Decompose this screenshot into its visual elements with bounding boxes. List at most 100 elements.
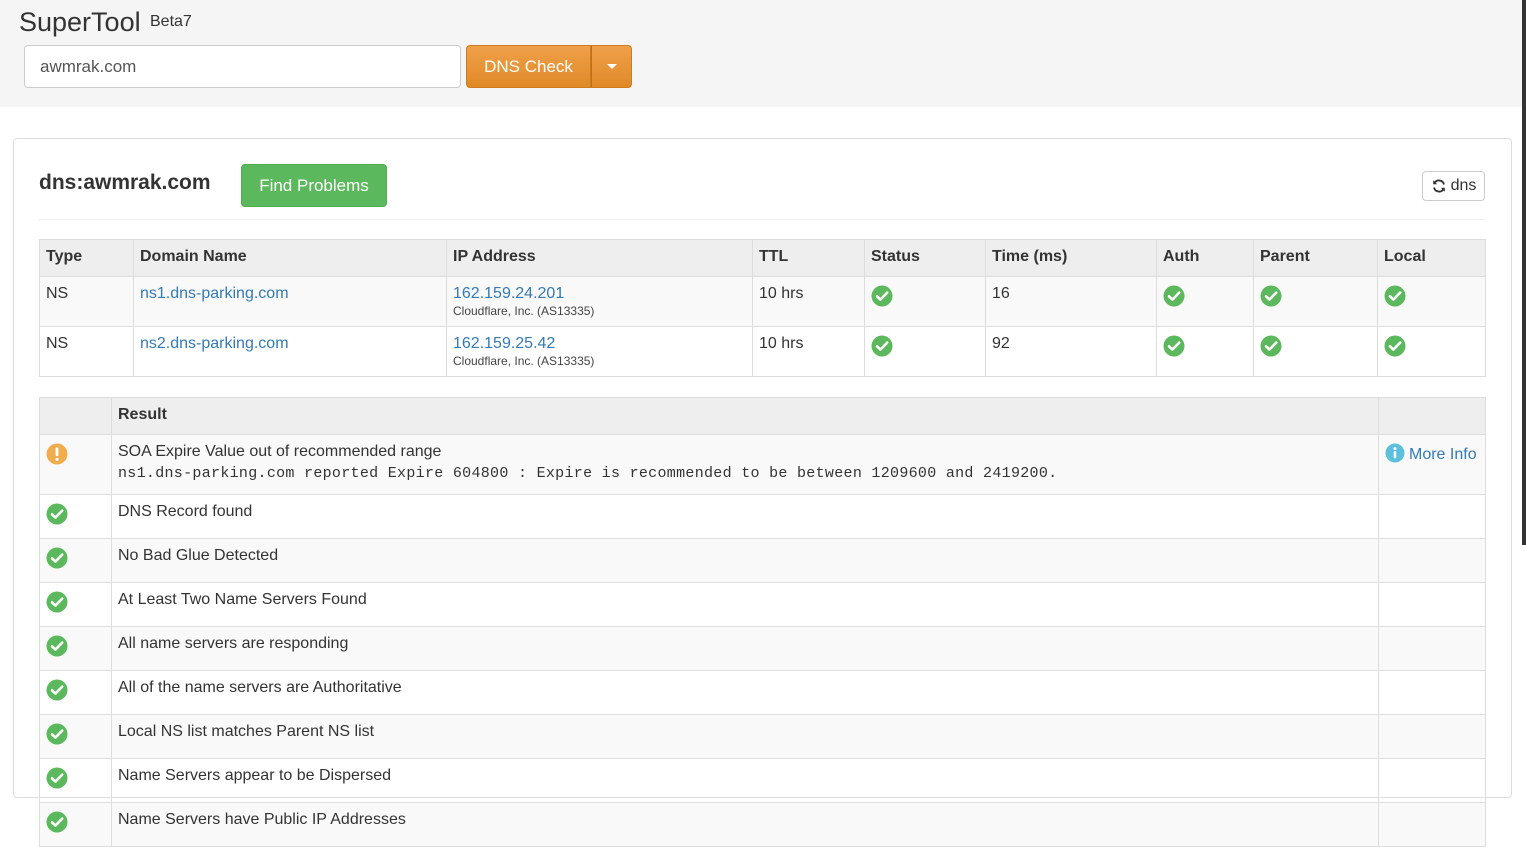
dns-check-button[interactable]: DNS Check bbox=[466, 45, 591, 88]
column-header: Status bbox=[864, 239, 986, 277]
domain-name-cell: ns1.dns-parking.com bbox=[133, 276, 447, 327]
check-circle-icon bbox=[46, 547, 68, 574]
top-bar: SuperTool Beta7 DNS Check bbox=[0, 0, 1526, 107]
table-header-row: Type Domain Name IP Address TTL Status T… bbox=[39, 239, 1486, 277]
table-row: NS ns1.dns-parking.com 162.159.24.201 Cloud… bbox=[39, 276, 1486, 327]
check-circle-icon bbox=[46, 811, 68, 838]
record-type-cell: NS bbox=[39, 326, 134, 377]
ttl-cell: 10 hrs bbox=[752, 326, 865, 377]
result-info-cell bbox=[1378, 714, 1486, 759]
check-circle-icon bbox=[46, 679, 68, 706]
result-row: Local NS list matches Parent NS list bbox=[39, 714, 1486, 759]
result-message: Local NS list matches Parent NS list bbox=[118, 723, 375, 740]
column-header: Parent bbox=[1253, 239, 1378, 277]
column-header bbox=[1378, 397, 1486, 435]
refresh-button[interactable]: dns bbox=[1422, 171, 1485, 201]
find-problems-button[interactable]: Find Problems bbox=[241, 164, 387, 207]
result-status-cell bbox=[39, 670, 112, 715]
more-info-link[interactable]: More Info bbox=[1385, 443, 1477, 466]
result-status-cell bbox=[39, 582, 112, 627]
auth-cell bbox=[1156, 276, 1254, 327]
check-circle-icon bbox=[46, 591, 68, 618]
local-cell bbox=[1377, 276, 1486, 327]
time-cell: 92 bbox=[985, 326, 1157, 377]
ip-address-link[interactable]: 162.159.25.42 bbox=[453, 335, 555, 352]
result-info-cell bbox=[1378, 670, 1486, 715]
table-row: NS ns2.dns-parking.com 162.159.25.42 Cloudf… bbox=[39, 326, 1486, 377]
result-row: Name Servers have Public IP Addresses bbox=[39, 802, 1486, 847]
check-circle-icon bbox=[46, 767, 68, 794]
result-info-cell bbox=[1378, 494, 1486, 539]
local-cell bbox=[1377, 326, 1486, 377]
result-row: DNS Record found bbox=[39, 494, 1486, 539]
column-header bbox=[39, 397, 112, 435]
result-info-cell bbox=[1378, 538, 1486, 583]
result-info-cell: More Info bbox=[1378, 434, 1486, 495]
check-circle-icon bbox=[871, 285, 893, 312]
result-message: No Bad Glue Detected bbox=[118, 547, 279, 564]
result-info-cell bbox=[1378, 582, 1486, 627]
caret-down-icon bbox=[606, 64, 617, 69]
result-text-cell: At Least Two Name Servers Found bbox=[111, 582, 1379, 627]
check-circle-icon bbox=[46, 635, 68, 662]
check-circle-icon bbox=[1260, 285, 1282, 312]
column-header: Domain Name bbox=[133, 239, 447, 277]
result-status-cell bbox=[39, 626, 112, 671]
result-message: SOA Expire Value out of recommended rang… bbox=[118, 443, 442, 460]
result-status-cell bbox=[39, 714, 112, 759]
result-text-cell: All of the name servers are Authoritativ… bbox=[111, 670, 1379, 715]
result-row: All name servers are responding bbox=[39, 626, 1486, 671]
parent-cell bbox=[1253, 326, 1378, 377]
check-circle-icon bbox=[46, 723, 68, 750]
check-circle-icon bbox=[1163, 335, 1185, 362]
ip-address-cell: 162.159.24.201 Cloudflare, Inc. (AS13335) bbox=[446, 276, 753, 327]
refresh-icon bbox=[1432, 179, 1445, 193]
check-circle-icon bbox=[1260, 335, 1282, 362]
result-text-cell: Name Servers appear to be Dispersed bbox=[111, 758, 1379, 803]
refresh-label: dns bbox=[1450, 177, 1477, 194]
check-circle-icon bbox=[871, 335, 893, 362]
column-header: Time (ms) bbox=[985, 239, 1157, 277]
domain-search-input[interactable] bbox=[24, 45, 461, 88]
nameserver-link[interactable]: ns1.dns-parking.com bbox=[140, 285, 289, 302]
result-status-cell bbox=[39, 494, 112, 539]
status-cell bbox=[864, 326, 986, 377]
exclamation-circle-icon bbox=[46, 443, 68, 470]
check-circle-icon bbox=[1163, 285, 1185, 312]
result-message: Name Servers have Public IP Addresses bbox=[118, 811, 406, 828]
scrollbar[interactable] bbox=[1522, 0, 1526, 545]
check-button-group: DNS Check bbox=[466, 45, 632, 88]
column-header: Result bbox=[111, 397, 1379, 435]
result-info-cell bbox=[1378, 802, 1486, 847]
result-text-cell: SOA Expire Value out of recommended rang… bbox=[111, 434, 1379, 495]
ip-owner-label: Cloudflare, Inc. (AS13335) bbox=[453, 304, 595, 318]
column-header: TTL bbox=[752, 239, 865, 277]
auth-cell bbox=[1156, 326, 1254, 377]
result-text-cell: Local NS list matches Parent NS list bbox=[111, 714, 1379, 759]
status-cell bbox=[864, 276, 986, 327]
result-message: At Least Two Name Servers Found bbox=[118, 591, 367, 608]
panel-title: dns:awmrak.com bbox=[39, 171, 211, 194]
results-table: Result SOA Expire Value out of recommend… bbox=[39, 397, 1486, 847]
check-circle-icon bbox=[46, 503, 68, 530]
panel-divider bbox=[39, 219, 1485, 220]
more-info-label: More Info bbox=[1409, 446, 1477, 463]
result-message: DNS Record found bbox=[118, 503, 253, 520]
result-row: At Least Two Name Servers Found bbox=[39, 582, 1486, 627]
result-row: Name Servers appear to be Dispersed bbox=[39, 758, 1486, 803]
domain-name-cell: ns2.dns-parking.com bbox=[133, 326, 447, 377]
result-row: SOA Expire Value out of recommended rang… bbox=[39, 434, 1486, 495]
check-circle-icon bbox=[1384, 335, 1406, 362]
ip-address-link[interactable]: 162.159.24.201 bbox=[453, 285, 564, 302]
result-detail: ns1.dns-parking.com reported Expire 6048… bbox=[118, 465, 1058, 482]
version-badge: Beta7 bbox=[150, 13, 192, 30]
check-type-dropdown-button[interactable] bbox=[591, 45, 632, 88]
info-circle-icon bbox=[1385, 443, 1405, 466]
result-status-cell bbox=[39, 758, 112, 803]
table-header-row: Result bbox=[39, 397, 1486, 435]
nameserver-link[interactable]: ns2.dns-parking.com bbox=[140, 335, 289, 352]
app-title: SuperTool bbox=[19, 7, 141, 37]
time-cell: 16 bbox=[985, 276, 1157, 327]
result-row: No Bad Glue Detected bbox=[39, 538, 1486, 583]
ip-address-cell: 162.159.25.42 Cloudflare, Inc. (AS13335) bbox=[446, 326, 753, 377]
